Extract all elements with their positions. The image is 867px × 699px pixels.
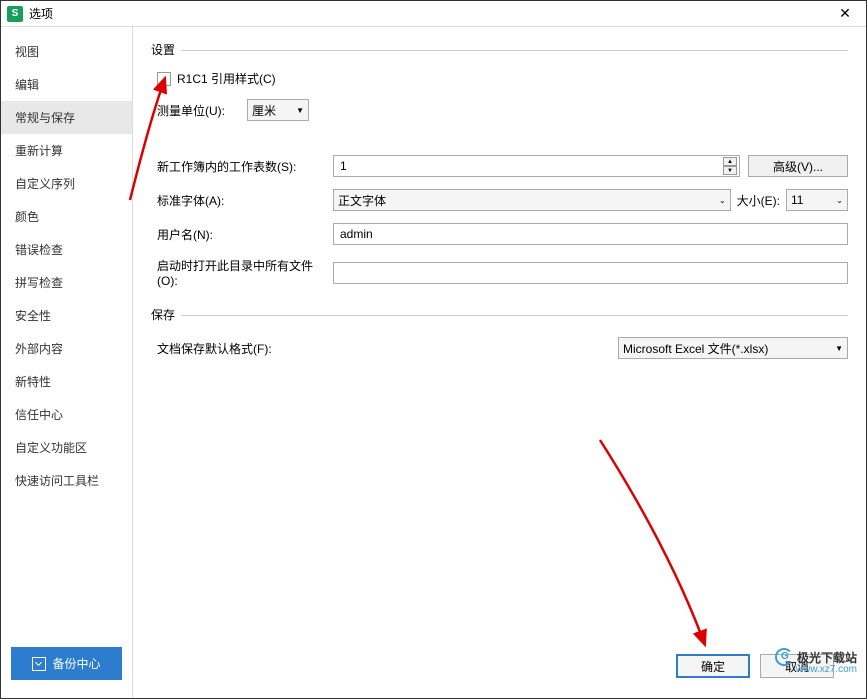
sidebar-item-new-features[interactable]: 新特性 [1,365,132,398]
chevron-down-icon: ▼ [835,344,843,353]
sidebar-item-color[interactable]: 颜色 [1,200,132,233]
format-value: Microsoft Excel 文件(*.xlsx) [623,340,768,357]
format-label: 文档保存默认格式(F): [157,340,333,357]
unit-label: 测量单位(U): [157,102,247,119]
sidebar-item-quick-toolbar[interactable]: 快速访问工具栏 [1,464,132,497]
spinner-up[interactable]: ▲ [723,157,737,166]
sheets-value: 1 [340,159,347,173]
close-button[interactable]: ✕ [830,4,860,24]
unit-value: 厘米 [252,102,276,119]
username-label: 用户名(N): [157,226,333,243]
sidebar-item-edit[interactable]: 编辑 [1,68,132,101]
chevron-down-icon: ⌄ [719,196,726,205]
r1c1-checkbox[interactable] [157,72,171,86]
sheets-spinner[interactable]: 1 ▲ ▼ [333,155,740,177]
username-input[interactable] [333,223,848,245]
format-select[interactable]: Microsoft Excel 文件(*.xlsx) ▼ [618,337,848,359]
titlebar: S 选项 ✕ [1,1,866,27]
sidebar-item-security[interactable]: 安全性 [1,299,132,332]
startup-input[interactable] [333,262,848,284]
sidebar-item-view[interactable]: 视图 [1,35,132,68]
watermark-text2: www.xz7.com [775,664,857,675]
sheets-label: 新工作簿内的工作表数(S): [157,158,333,175]
chevron-down-icon: ⌄ [836,196,843,205]
sidebar-item-recalc[interactable]: 重新计算 [1,134,132,167]
startup-label: 启动时打开此目录中所有文件(O): [157,257,333,288]
sidebar-item-external[interactable]: 外部内容 [1,332,132,365]
font-value: 正文字体 [338,192,386,209]
size-value: 11 [791,193,803,207]
unit-select[interactable]: 厘米 ▼ [247,99,309,121]
sidebar-item-custom-ribbon[interactable]: 自定义功能区 [1,431,132,464]
size-label: 大小(E): [737,192,780,209]
window-title: 选项 [29,5,830,22]
size-select[interactable]: 11 ⌄ [786,189,848,211]
backup-icon [32,657,46,671]
section-save-title: 保存 [151,306,848,323]
spinner-down[interactable]: ▼ [723,166,737,175]
font-label: 标准字体(A): [157,192,333,209]
watermark-text1: 极光下载站 [797,649,857,666]
r1c1-label: R1C1 引用样式(C) [177,70,276,87]
advanced-button[interactable]: 高级(V)... [748,155,848,177]
ok-button[interactable]: 确定 [676,654,750,678]
watermark-icon: G [775,648,793,666]
sidebar-item-trust-center[interactable]: 信任中心 [1,398,132,431]
sidebar-item-spell-check[interactable]: 拼写检查 [1,266,132,299]
sidebar: 视图 编辑 常规与保存 重新计算 自定义序列 颜色 错误检查 拼写检查 安全性 … [1,27,133,698]
backup-label: 备份中心 [52,655,100,672]
sidebar-item-error-check[interactable]: 错误检查 [1,233,132,266]
section-settings-title: 设置 [151,41,848,58]
app-icon: S [7,6,23,22]
backup-center-button[interactable]: 备份中心 [11,647,122,680]
font-select[interactable]: 正文字体 ⌄ [333,189,731,211]
chevron-down-icon: ▼ [296,106,304,115]
sidebar-item-general-save[interactable]: 常规与保存 [1,101,132,134]
main-panel: 设置 R1C1 引用样式(C) 测量单位(U): 厘米 ▼ 新工作簿内的工作表数… [133,27,866,698]
watermark: G 极光下载站 www.xz7.com [775,648,857,675]
sidebar-item-custom-list[interactable]: 自定义序列 [1,167,132,200]
